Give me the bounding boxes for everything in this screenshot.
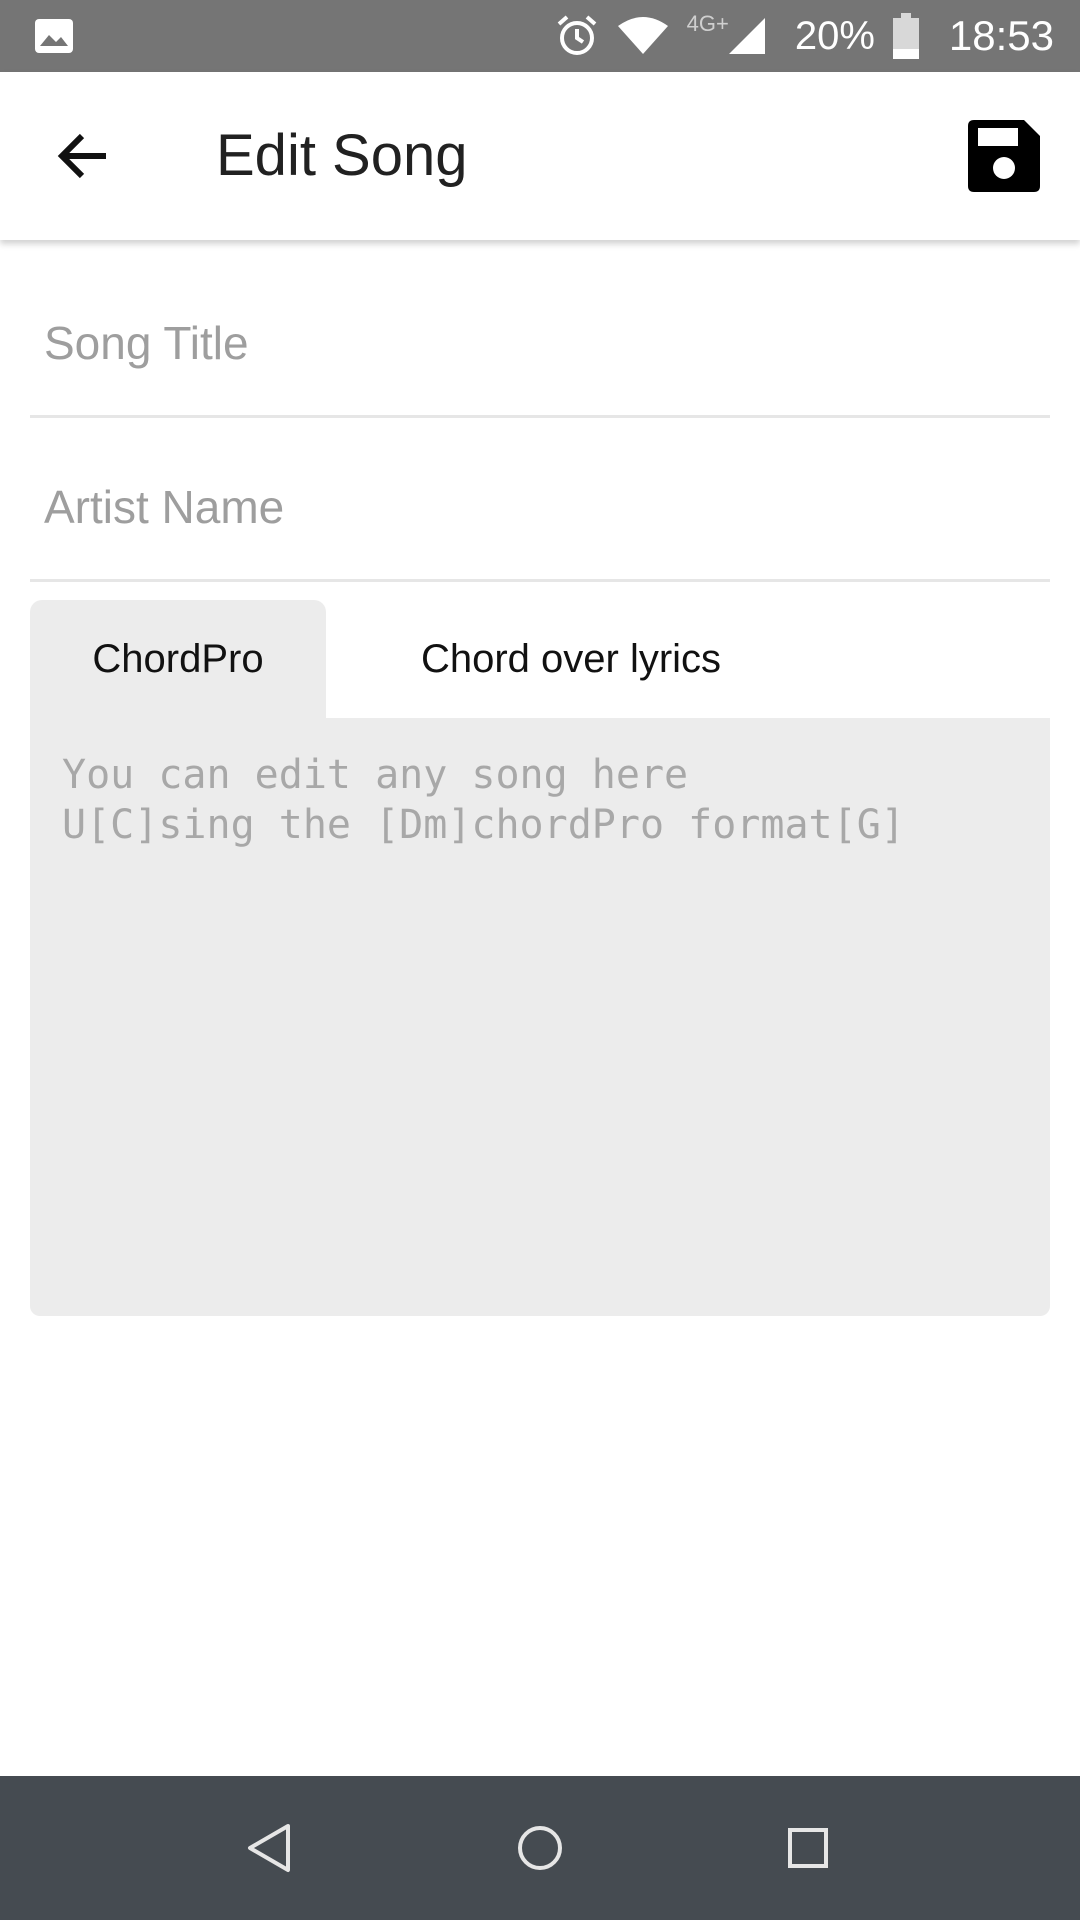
artist-name-input[interactable]	[42, 479, 1036, 535]
home-circle-icon[interactable]	[508, 1816, 572, 1880]
back-triangle-icon[interactable]	[238, 1816, 302, 1880]
clock: 18:53	[948, 12, 1054, 59]
network-type: 4G+	[686, 11, 729, 36]
tab-chord-over-lyrics[interactable]: Chord over lyrics	[326, 600, 816, 718]
floppy-disk-save-icon[interactable]	[968, 120, 1040, 192]
gallery-icon	[35, 19, 73, 53]
song-editor	[30, 718, 1050, 1316]
artist-name-field	[30, 418, 1050, 582]
song-title-input[interactable]	[42, 315, 1036, 371]
song-content-textarea[interactable]	[60, 748, 1034, 1292]
page-title: Edit Song	[216, 123, 468, 188]
app-bar: Edit Song	[0, 72, 1080, 240]
battery-icon	[892, 13, 919, 59]
arrow-back-icon[interactable]	[52, 124, 116, 188]
system-nav-bar	[0, 1776, 1080, 1920]
recents-square-icon[interactable]	[776, 1816, 840, 1880]
tab-chordpro[interactable]: ChordPro	[30, 600, 326, 718]
wifi-icon	[617, 17, 668, 54]
format-tabs: ChordPro Chord over lyrics	[30, 600, 1050, 718]
battery-percent: 20%	[794, 13, 875, 58]
song-title-field	[30, 254, 1050, 418]
alarm-icon	[557, 15, 596, 55]
status-bar: 4G+ 20% 18:53	[0, 0, 1080, 72]
signal-icon	[728, 18, 765, 54]
